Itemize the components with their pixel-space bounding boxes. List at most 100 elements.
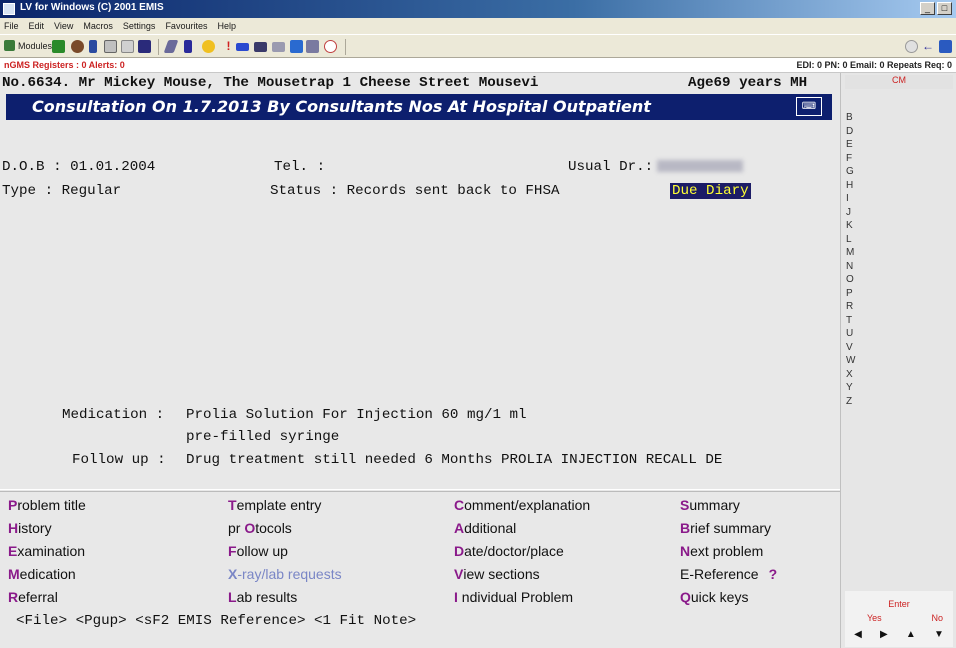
letter-i[interactable]: I [846,192,855,206]
minimize-button[interactable]: _ [920,2,935,15]
maximize-button[interactable]: □ [937,2,952,15]
drug-icon[interactable] [71,40,84,53]
menu-file[interactable]: File [4,21,19,31]
consultation-title: Consultation On 1.7.2013 By Consultants … [32,97,651,116]
letter-m[interactable]: M [846,246,855,260]
command-lab-results[interactable]: Lab results [228,589,297,605]
stop-icon[interactable] [905,40,918,53]
app-icon [3,3,15,15]
due-diary-badge[interactable]: Due Diary [670,183,751,199]
command-referral[interactable]: Referral [8,589,58,605]
letter-x[interactable]: X [846,368,855,382]
letter-y[interactable]: Y [846,381,855,395]
down-arrow-icon[interactable]: ▼ [934,629,944,640]
print-icon[interactable] [121,40,134,53]
command-follow-up[interactable]: Follow up [228,543,288,559]
tel-field: Tel. : [274,159,326,175]
command-comment-explanation[interactable]: Comment/explanation [454,497,590,513]
medication-label: Medication : [62,407,165,423]
calendar-icon[interactable] [290,40,303,53]
type-field: Type : Regular [2,183,122,199]
modules-button[interactable]: Modules [4,40,52,51]
letter-h[interactable]: H [846,179,855,193]
people-icon[interactable] [52,40,65,53]
no-button[interactable]: No [931,613,943,623]
command-problem-title[interactable]: Problem title [8,497,86,513]
letter-d[interactable]: D [846,125,855,139]
letter-z[interactable]: Z [846,395,855,409]
command-medication[interactable]: Medication [8,566,76,582]
window-title: LV for Windows (C) 2001 EMIS [20,2,164,13]
book-icon[interactable] [89,40,97,53]
command-e-reference[interactable]: E-Reference? [680,566,777,582]
alpha-sidebar: CM BDEFGHIJKLMNOPRTUVWXYZ Enter Yes No ◀… [840,73,956,648]
menu-macros[interactable]: Macros [83,21,113,31]
command-x-ray-lab-requests[interactable]: X-ray/lab requests [228,566,342,582]
command-summary[interactable]: Summary [680,497,740,513]
left-arrow-icon[interactable]: ◀ [854,629,862,640]
letter-o[interactable]: O [846,273,855,287]
letter-icon[interactable] [163,40,179,53]
grid-icon[interactable] [306,40,319,53]
command-quick-keys[interactable]: Quick keys [680,589,748,605]
dob-field: D.O.B : 01.01.2004 [2,159,156,175]
alert-icon[interactable]: ! [222,40,235,53]
letter-e[interactable]: E [846,138,855,152]
copy-icon[interactable] [104,40,117,53]
command-next-problem[interactable]: Next problem [680,543,763,559]
save-icon[interactable] [939,40,952,53]
command-date-doctor-place[interactable]: Date/doctor/place [454,543,564,559]
edi-counters: EDI: 0 PN: 0 Email: 0 Repeats Req: 0 [796,60,952,70]
arrow-icon[interactable] [324,40,337,53]
letter-b[interactable]: B [846,111,855,125]
letter-w[interactable]: W [846,354,855,368]
menu-favourites[interactable]: Favourites [165,21,207,31]
letter-k[interactable]: K [846,219,855,233]
letter-r[interactable]: R [846,300,855,314]
menu-view[interactable]: View [54,21,73,31]
command-history[interactable]: History [8,520,52,536]
status-field: Status : Records sent back to FHSA [270,183,560,199]
consultation-banner: Consultation On 1.7.2013 By Consultants … [6,94,832,120]
back-icon[interactable]: ← [922,40,935,53]
yes-button[interactable]: Yes [867,613,882,623]
screen-icon[interactable] [272,42,285,52]
command-examination[interactable]: Examination [8,543,85,559]
up-arrow-icon[interactable]: ▲ [906,629,916,640]
menu-help[interactable]: Help [217,21,236,31]
usual-doctor-label: Usual Dr.: [568,159,654,175]
registers-alerts[interactable]: nGMS Registers : 0 Alerts: 0 [4,60,125,70]
command-i-ndividual-problem[interactable]: I ndividual Problem [454,589,573,605]
letter-l[interactable]: L [846,233,855,247]
medication-line-1: Prolia Solution For Injection 60 mg/1 ml [186,407,527,423]
letter-j[interactable]: J [846,206,855,220]
right-arrow-icon[interactable]: ▶ [880,629,888,640]
letter-n[interactable]: N [846,260,855,274]
pin-icon[interactable] [184,40,192,53]
command-brief-summary[interactable]: Brief summary [680,520,771,536]
followup-text: Drug treatment still needed 6 Months PRO… [186,452,723,468]
function-keys[interactable]: <File> <Pgup> <sF2 EMIS Reference> <1 Fi… [16,613,416,629]
letter-p[interactable]: P [846,287,855,301]
command-view-sections[interactable]: View sections [454,566,540,582]
usual-doctor-field: Usual Dr.: [568,159,744,175]
letter-f[interactable]: F [846,152,855,166]
consultation-screen: No.6634. Mr Mickey Mouse, The Mousetrap … [0,73,840,648]
banner-action-icon[interactable]: ⌨ [796,97,822,116]
menu-settings[interactable]: Settings [123,21,156,31]
star-icon[interactable] [202,40,215,53]
registers-status-bar: nGMS Registers : 0 Alerts: 0 EDI: 0 PN: … [0,59,956,73]
command-template-entry[interactable]: Template entry [228,497,321,513]
user-icon[interactable] [138,40,151,53]
letter-v[interactable]: V [846,341,855,355]
letter-g[interactable]: G [846,165,855,179]
message-icon[interactable] [236,43,249,51]
command-protocols[interactable]: pr Otocols [228,520,292,536]
email-icon[interactable] [254,42,267,52]
letter-index: BDEFGHIJKLMNOPRTUVWXYZ [846,111,855,408]
command-additional[interactable]: Additional [454,520,516,536]
enter-label[interactable]: Enter [845,599,953,609]
letter-u[interactable]: U [846,327,855,341]
letter-t[interactable]: T [846,314,855,328]
menu-edit[interactable]: Edit [29,21,45,31]
